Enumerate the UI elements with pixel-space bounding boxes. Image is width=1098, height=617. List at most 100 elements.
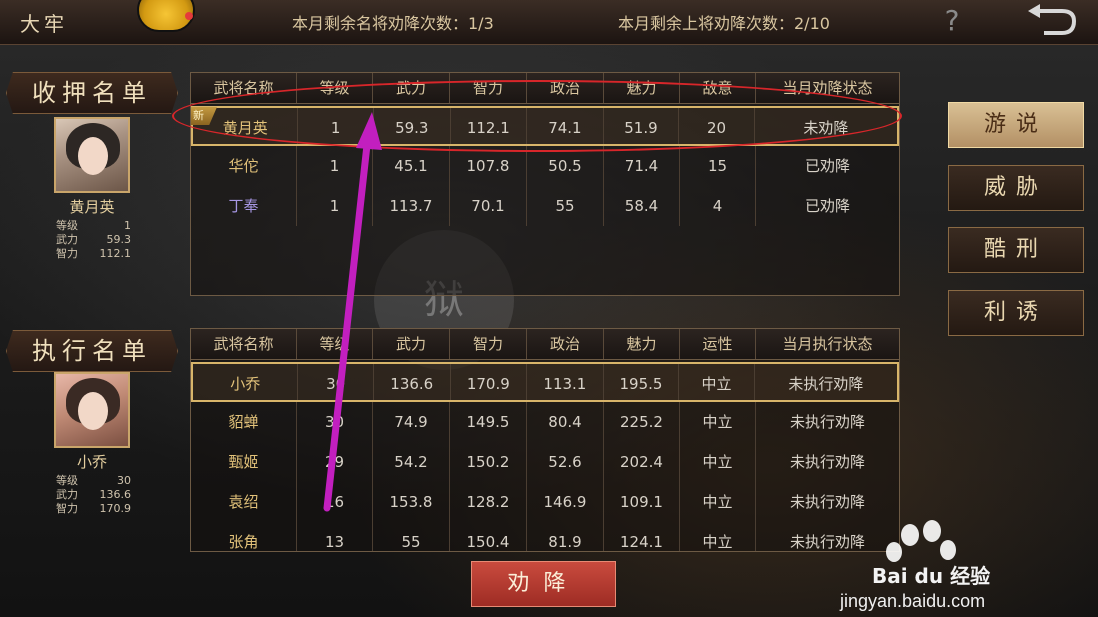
charm-cell: 109.1: [604, 482, 680, 522]
general-name: 张角: [191, 522, 297, 551]
stat-row: 智力 170.9: [56, 502, 131, 516]
general-name: 甄姬: [191, 442, 297, 482]
column-header: 运性: [680, 329, 756, 359]
general-name: 丁奉: [191, 186, 297, 226]
level-cell: 29: [297, 442, 373, 482]
column-header: 政治: [527, 329, 604, 359]
trait-cell: 中立: [680, 522, 756, 551]
stat-value: 30: [117, 474, 131, 487]
table-row[interactable]: 华佗 1 45.1 107.8 50.5 71.4 15 已劝降: [191, 146, 899, 186]
strength-cell: 153.8: [373, 482, 450, 522]
trait-cell: 中立: [680, 482, 756, 522]
threaten-button[interactable]: 威胁: [948, 165, 1084, 211]
intelligence-cell: 149.5: [450, 402, 527, 442]
persuade-button[interactable]: 游说: [948, 102, 1084, 148]
intelligence-cell: 107.8: [450, 146, 527, 186]
stat-label: 武力: [56, 233, 78, 246]
level-cell: 1: [297, 146, 373, 186]
stat-label: 等级: [56, 219, 78, 232]
selected-general-stats: 等级 1 武力 59.3 智力 112.1: [56, 219, 131, 261]
stat-row: 智力 112.1: [56, 247, 131, 261]
table-row[interactable]: 貂蝉 30 74.9 149.5 80.4 225.2 中立 未执行劝降: [191, 402, 899, 442]
table-row[interactable]: 袁绍 16 153.8 128.2 146.9 109.1 中立 未执行劝降: [191, 482, 899, 522]
famous-general-persuade-counter: 本月剩余名将劝降次数：1/3: [292, 14, 494, 33]
hostility-cell: 4: [680, 186, 756, 226]
watermark-brand: Bai du 经验: [872, 564, 991, 588]
charm-cell: 58.4: [604, 186, 680, 226]
general-name: 小乔: [193, 364, 299, 400]
execution-list-label: 执行名单: [6, 330, 178, 372]
stat-label: 智力: [56, 247, 78, 260]
trait-cell: 中立: [679, 364, 755, 400]
stat-label: 等级: [56, 474, 78, 487]
table-row[interactable]: 小乔 30 136.6 170.9 113.1 195.5 中立 未执行劝降: [191, 362, 899, 402]
intelligence-cell: 170.9: [451, 364, 528, 400]
politics-cell: 55: [527, 186, 604, 226]
status-cell: 未执行劝降: [788, 375, 864, 393]
level-cell: 30: [297, 402, 373, 442]
status-cell: 未执行劝降: [789, 493, 865, 511]
intelligence-cell: 128.2: [450, 482, 527, 522]
trait-cell: 中立: [680, 402, 756, 442]
strength-cell: 113.7: [373, 186, 450, 226]
general-name: 袁绍: [191, 482, 297, 522]
intelligence-cell: 150.2: [450, 442, 527, 482]
persuade-surrender-button[interactable]: 劝降: [471, 561, 616, 607]
hostility-cell: 15: [680, 146, 756, 186]
column-header: 当月执行状态: [782, 335, 873, 353]
strength-cell: 136.6: [374, 364, 451, 400]
stat-label: 智力: [56, 502, 78, 515]
table-row[interactable]: 甄姬 29 54.2 150.2 52.6 202.4 中立 未执行劝降: [191, 442, 899, 482]
stat-value: 59.3: [106, 233, 132, 246]
politics-cell: 81.9: [527, 522, 604, 551]
level-cell: 1: [297, 186, 373, 226]
general-name: 华佗: [191, 146, 297, 186]
avatar: [54, 117, 130, 193]
stat-label: 武力: [56, 488, 78, 501]
charm-cell: 225.2: [604, 402, 680, 442]
upper-general-persuade-counter: 本月剩余上将劝降次数：2/10: [618, 14, 830, 33]
column-header: 魅力: [604, 329, 680, 359]
stat-row: 等级 30: [56, 474, 131, 488]
stat-value: 136.6: [99, 488, 132, 501]
charm-cell: 71.4: [604, 146, 680, 186]
table-header: 武将名称 等级 武力 智力 政治 魅力 运性 当月执行状态: [191, 329, 899, 360]
politics-cell: 146.9: [527, 482, 604, 522]
trait-cell: 中立: [680, 442, 756, 482]
selected-general-stats: 等级 30 武力 136.6 智力 170.9: [56, 474, 131, 516]
column-header: 智力: [450, 329, 527, 359]
watermark-url: jingyan.baidu.com: [840, 591, 986, 611]
stat-row: 武力 59.3: [56, 233, 131, 247]
page-title: 大牢: [20, 12, 68, 36]
charm-cell: 124.1: [604, 522, 680, 551]
strength-cell: 74.9: [373, 402, 450, 442]
status-cell: 未执行劝降: [789, 453, 865, 471]
help-icon[interactable]: ?: [937, 4, 967, 38]
charm-cell: 195.5: [604, 364, 680, 400]
execution-table: 武将名称 等级 武力 智力 政治 魅力 运性 当月执行状态 小乔 30 136.…: [190, 328, 900, 552]
politics-cell: 80.4: [527, 402, 604, 442]
selected-general-name: 黄月英: [69, 198, 115, 216]
strength-cell: 55: [373, 522, 450, 551]
back-button[interactable]: [1020, 3, 1082, 37]
stat-value: 170.9: [99, 502, 132, 515]
stat-row: 武力 136.6: [56, 488, 131, 502]
level-cell: 16: [297, 482, 373, 522]
status-cell: 未执行劝降: [789, 413, 865, 431]
level-cell: 13: [297, 522, 373, 551]
status-cell: 已劝降: [804, 197, 850, 215]
avatar: [54, 372, 130, 448]
stat-value: 112.1: [99, 247, 132, 260]
general-name: 貂蝉: [191, 402, 297, 442]
stat-row: 等级 1: [56, 219, 131, 233]
intelligence-cell: 150.4: [450, 522, 527, 551]
back-arrow-icon: [1028, 4, 1077, 35]
torture-button[interactable]: 酷刑: [948, 227, 1084, 273]
table-row[interactable]: 张角 13 55 150.4 81.9 124.1 中立 未执行劝降: [191, 522, 899, 551]
top-bar: 大牢 本月剩余名将劝降次数：1/3 本月剩余上将劝降次数：2/10 ?: [0, 0, 1098, 45]
politics-cell: 113.1: [527, 364, 604, 400]
table-row[interactable]: 丁奉 1 113.7 70.1 55 58.4 4 已劝降: [191, 186, 899, 226]
lure-button[interactable]: 利诱: [948, 290, 1084, 336]
strength-cell: 54.2: [373, 442, 450, 482]
intelligence-cell: 70.1: [450, 186, 527, 226]
